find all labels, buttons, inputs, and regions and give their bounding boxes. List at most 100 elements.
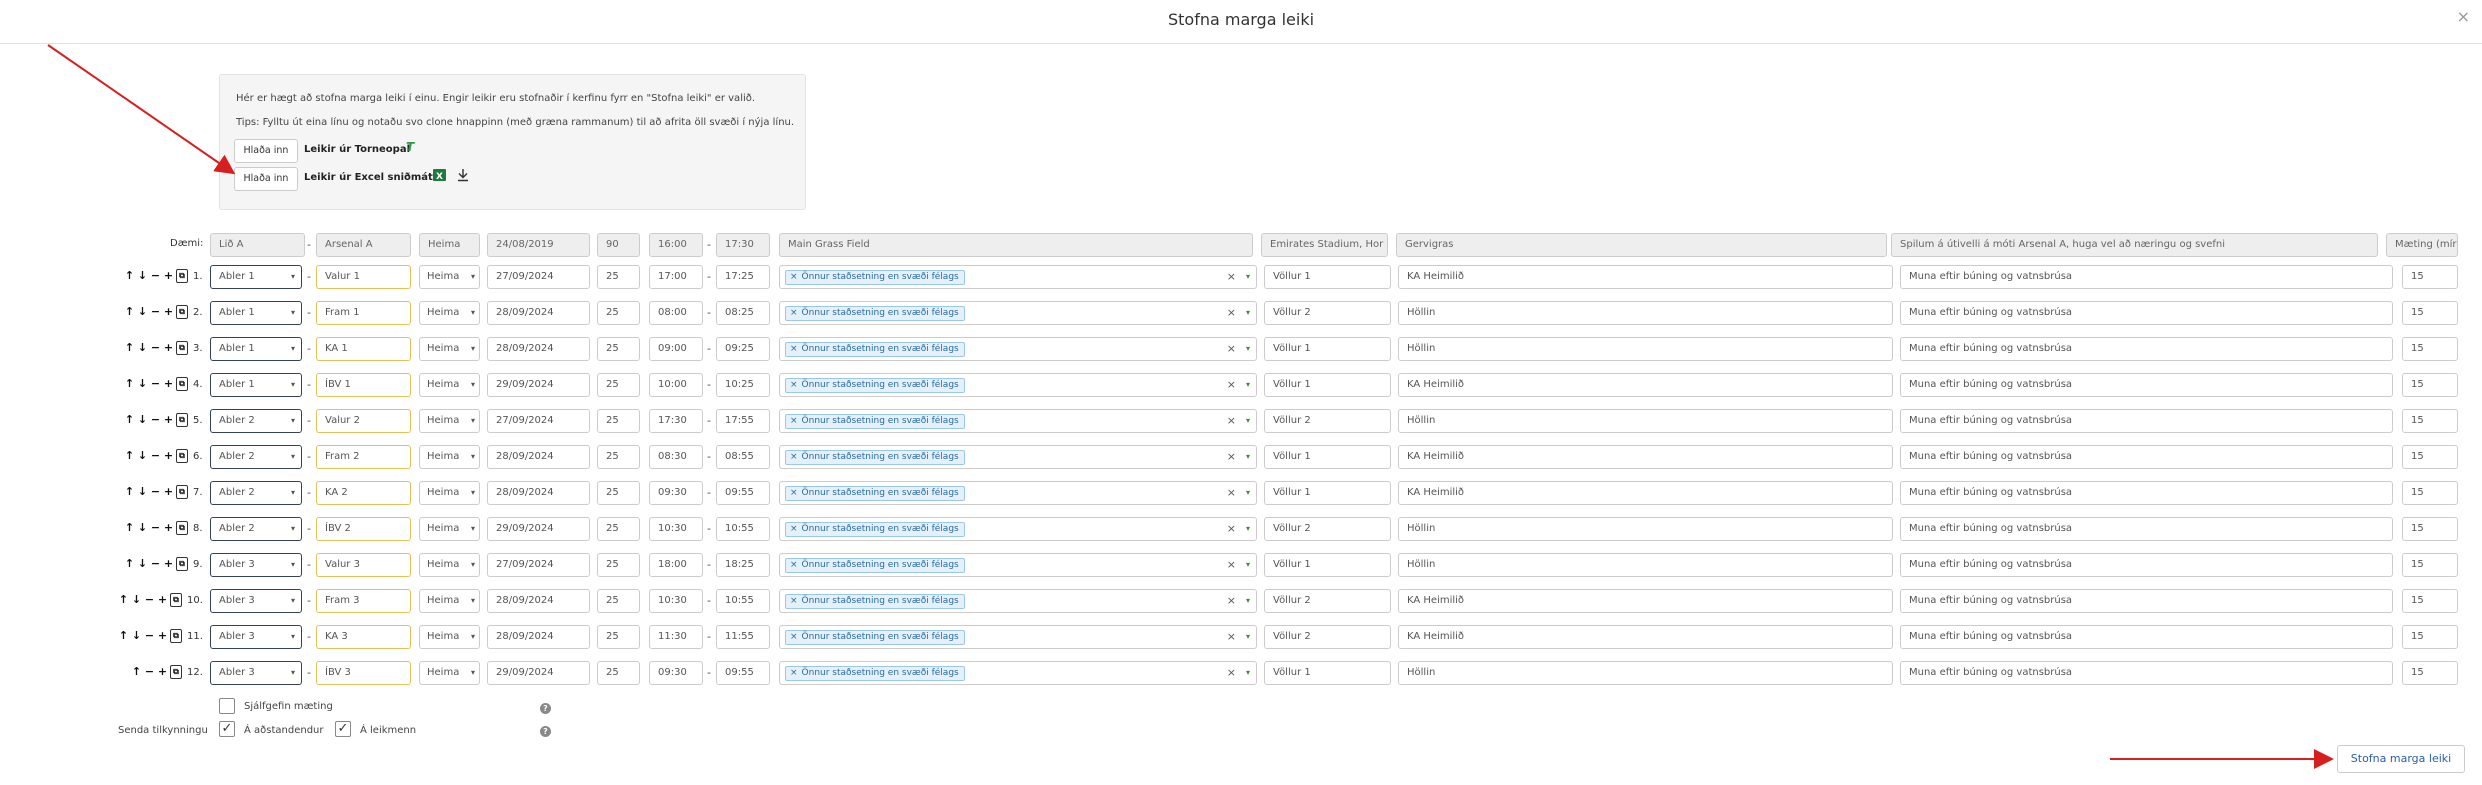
opponent-field[interactable]: ÍBV 2	[316, 517, 411, 541]
field-select[interactable]: × Önnur staðsetning en svæði félags × ▾	[779, 661, 1257, 685]
field-select[interactable]: × Önnur staðsetning en svæði félags × ▾	[779, 301, 1257, 325]
move-down-icon[interactable]: ↓	[137, 376, 148, 392]
note-field[interactable]: Muna eftir búning og vatnsbrúsa	[1900, 445, 2393, 469]
create-games-button[interactable]: Stofna marga leiki	[2337, 745, 2465, 773]
chevron-down-icon[interactable]: ▾	[1246, 302, 1250, 324]
opponent-field[interactable]: KA 3	[316, 625, 411, 649]
download-icon[interactable]	[456, 168, 470, 185]
add-row-icon[interactable]: +	[163, 376, 174, 392]
move-down-icon[interactable]: ↓	[137, 268, 148, 284]
remove-tag-icon[interactable]: ×	[790, 344, 798, 354]
clone-row-icon[interactable]: ⧉	[176, 485, 188, 499]
venue-select[interactable]: Heima ▾	[419, 589, 480, 613]
team-select[interactable]: Abler 2 ▾	[210, 517, 302, 541]
start-time-field[interactable]: 18:00	[649, 553, 703, 577]
venue-select[interactable]: Heima ▾	[419, 445, 480, 469]
end-time-field[interactable]: 08:25	[716, 301, 770, 325]
opponent-field[interactable]: Fram 1	[316, 301, 411, 325]
note-field[interactable]: Muna eftir búning og vatnsbrúsa	[1900, 553, 2393, 577]
note-field[interactable]: Muna eftir búning og vatnsbrúsa	[1900, 337, 2393, 361]
start-time-field[interactable]: 09:00	[649, 337, 703, 361]
add-row-icon[interactable]: +	[157, 628, 168, 644]
load-torneopal-button[interactable]: Hlaða inn	[234, 139, 298, 163]
add-row-icon[interactable]: +	[163, 268, 174, 284]
end-time-field[interactable]: 17:25	[716, 265, 770, 289]
date-field[interactable]: 29/09/2024	[487, 517, 590, 541]
remove-tag-icon[interactable]: ×	[790, 272, 798, 282]
surface-field[interactable]: Höllin	[1398, 301, 1893, 325]
duration-field[interactable]: 25	[597, 589, 640, 613]
clear-icon[interactable]: ×	[1227, 266, 1236, 288]
duration-field[interactable]: 25	[597, 265, 640, 289]
chevron-down-icon[interactable]: ▾	[1246, 662, 1250, 684]
move-up-icon[interactable]: ↑	[124, 448, 135, 464]
team-select[interactable]: Abler 1 ▾	[210, 373, 302, 397]
chevron-down-icon[interactable]: ▾	[1246, 374, 1250, 396]
start-time-field[interactable]: 08:00	[649, 301, 703, 325]
venue-select[interactable]: Heima ▾	[419, 481, 480, 505]
move-down-icon[interactable]: ↓	[131, 592, 142, 608]
field-select[interactable]: × Önnur staðsetning en svæði félags × ▾	[779, 553, 1257, 577]
meet-field[interactable]: 15	[2402, 373, 2458, 397]
opponent-field[interactable]: KA 2	[316, 481, 411, 505]
location-field[interactable]: Völlur 1	[1264, 661, 1391, 685]
remove-row-icon[interactable]: −	[150, 376, 161, 392]
field-select[interactable]: × Önnur staðsetning en svæði félags × ▾	[779, 265, 1257, 289]
move-down-icon[interactable]: ↓	[131, 628, 142, 644]
remove-tag-icon[interactable]: ×	[790, 524, 798, 534]
note-field[interactable]: Muna eftir búning og vatnsbrúsa	[1900, 265, 2393, 289]
clear-icon[interactable]: ×	[1227, 518, 1236, 540]
notify-guardians-checkbox[interactable]: ✓	[219, 721, 235, 737]
end-time-field[interactable]: 17:55	[716, 409, 770, 433]
remove-row-icon[interactable]: −	[150, 484, 161, 500]
add-row-icon[interactable]: +	[163, 340, 174, 356]
date-field[interactable]: 29/09/2024	[487, 373, 590, 397]
end-time-field[interactable]: 09:25	[716, 337, 770, 361]
add-row-icon[interactable]: +	[163, 448, 174, 464]
note-field[interactable]: Muna eftir búning og vatnsbrúsa	[1900, 661, 2393, 685]
move-up-icon[interactable]: ↑	[124, 484, 135, 500]
move-up-icon[interactable]: ↑	[124, 340, 135, 356]
move-up-icon[interactable]: ↑	[124, 556, 135, 572]
remove-row-icon[interactable]: −	[144, 664, 155, 680]
opponent-field[interactable]: Valur 1	[316, 265, 411, 289]
start-time-field[interactable]: 10:30	[649, 589, 703, 613]
team-select[interactable]: Abler 2 ▾	[210, 445, 302, 469]
add-row-icon[interactable]: +	[163, 304, 174, 320]
date-field[interactable]: 28/09/2024	[487, 589, 590, 613]
location-field[interactable]: Völlur 2	[1264, 409, 1391, 433]
remove-tag-icon[interactable]: ×	[790, 668, 798, 678]
venue-select[interactable]: Heima ▾	[419, 625, 480, 649]
help-icon[interactable]: ?	[540, 726, 551, 737]
meet-field[interactable]: 15	[2402, 517, 2458, 541]
move-down-icon[interactable]: ↓	[137, 340, 148, 356]
date-field[interactable]: 28/09/2024	[487, 337, 590, 361]
remove-tag-icon[interactable]: ×	[790, 452, 798, 462]
start-time-field[interactable]: 09:30	[649, 661, 703, 685]
clone-row-icon[interactable]: ⧉	[176, 521, 188, 535]
surface-field[interactable]: Höllin	[1398, 337, 1893, 361]
clear-icon[interactable]: ×	[1227, 482, 1236, 504]
add-row-icon[interactable]: +	[163, 484, 174, 500]
meet-field[interactable]: 15	[2402, 301, 2458, 325]
chevron-down-icon[interactable]: ▾	[1246, 266, 1250, 288]
meet-field[interactable]: 15	[2402, 445, 2458, 469]
meet-field[interactable]: 15	[2402, 661, 2458, 685]
chevron-down-icon[interactable]: ▾	[1246, 410, 1250, 432]
end-time-field[interactable]: 08:55	[716, 445, 770, 469]
add-row-icon[interactable]: +	[163, 520, 174, 536]
remove-tag-icon[interactable]: ×	[790, 308, 798, 318]
clone-row-icon[interactable]: ⧉	[176, 377, 188, 391]
move-down-icon[interactable]: ↓	[137, 448, 148, 464]
team-select[interactable]: Abler 1 ▾	[210, 301, 302, 325]
remove-row-icon[interactable]: −	[144, 628, 155, 644]
clear-icon[interactable]: ×	[1227, 338, 1236, 360]
add-row-icon[interactable]: +	[157, 664, 168, 680]
move-up-icon[interactable]: ↑	[124, 412, 135, 428]
remove-row-icon[interactable]: −	[150, 412, 161, 428]
clone-row-icon[interactable]: ⧉	[176, 449, 188, 463]
meet-field[interactable]: 15	[2402, 481, 2458, 505]
surface-field[interactable]: Höllin	[1398, 409, 1893, 433]
start-time-field[interactable]: 17:30	[649, 409, 703, 433]
date-field[interactable]: 29/09/2024	[487, 661, 590, 685]
